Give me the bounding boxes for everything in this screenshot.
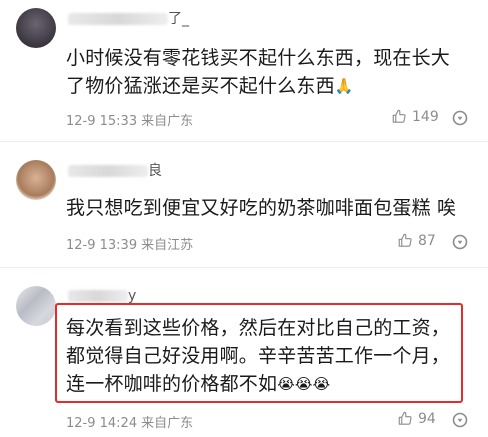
comment-item: 良 我只想吃到便宜又好吃的奶茶咖啡面包蛋糕 唉 12-9 13:39 来自江苏 8…: [0, 142, 488, 267]
like-button[interactable]: 149: [392, 109, 439, 125]
more-icon[interactable]: [452, 234, 468, 250]
thumbs-up-icon: [398, 411, 412, 425]
like-count: 87: [418, 233, 436, 249]
comment-meta: 12-9 15:33 来自广东: [66, 110, 193, 129]
like-count: 94: [418, 411, 436, 427]
comment-date: 12-9 13:39: [66, 238, 138, 253]
like-button[interactable]: 87: [398, 233, 436, 249]
comment-location: 来自江苏: [141, 238, 194, 253]
avatar[interactable]: [16, 160, 56, 200]
more-icon[interactable]: [452, 110, 468, 126]
avatar[interactable]: [16, 286, 56, 326]
comment-location: 来自广东: [141, 114, 194, 129]
comment-date: 12-9 14:24: [66, 416, 138, 431]
more-icon[interactable]: [452, 412, 468, 428]
highlight-box: [55, 303, 463, 403]
emoji: 🙏: [334, 77, 354, 95]
username[interactable]: y: [68, 288, 136, 304]
username[interactable]: 了_: [68, 8, 189, 28]
thumbs-up-icon: [392, 109, 406, 123]
comment-location: 来自广东: [141, 416, 194, 431]
comment-meta: 12-9 14:24 来自广东: [66, 412, 193, 431]
avatar[interactable]: [16, 8, 56, 48]
username[interactable]: 良: [68, 160, 162, 180]
like-count: 149: [412, 109, 439, 125]
comment-text: 我只想吃到便宜又好吃的奶茶咖啡面包蛋糕 唉: [66, 197, 457, 219]
comment-date: 12-9 15:33: [66, 114, 138, 129]
thumbs-up-icon: [398, 233, 412, 247]
comment-item: 了_ 小时候没有零花钱买不起什么东西，现在长大 了物价猛涨还是买不起什么东西🙏 …: [0, 0, 488, 140]
comment-meta: 12-9 13:39 来自江苏: [66, 234, 193, 253]
comment-text: 小时候没有零花钱买不起什么东西，现在长大 了物价猛涨还是买不起什么东西🙏: [66, 44, 478, 100]
like-button[interactable]: 94: [398, 411, 436, 427]
